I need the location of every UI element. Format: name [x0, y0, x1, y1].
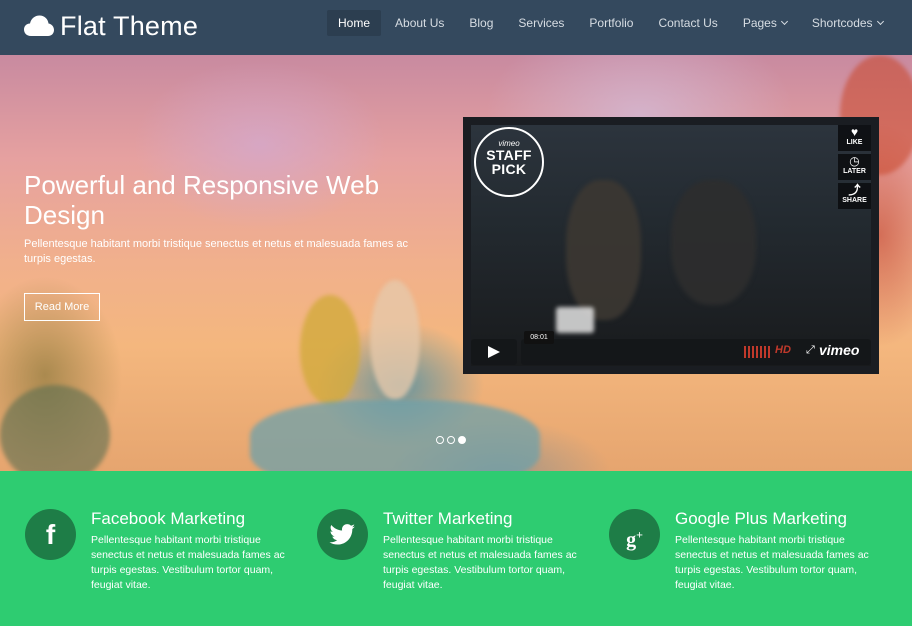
- share-icon: ⤴: [848, 183, 861, 197]
- nav-item-shortcodes[interactable]: Shortcodes: [801, 10, 894, 36]
- nav-item-services[interactable]: Services: [507, 10, 575, 36]
- google-plus-glyph: g+: [626, 527, 643, 551]
- feature-text: Pellentesque habitant morbi tristique se…: [91, 534, 285, 591]
- play-icon: [488, 346, 500, 358]
- nav-item-pages[interactable]: Pages: [732, 10, 798, 36]
- share-button[interactable]: ⤴ SHARE: [838, 183, 871, 209]
- features-section: f Facebook Marketing Pellentesque habita…: [0, 471, 912, 626]
- vimeo-logo[interactable]: vimeo: [819, 342, 859, 358]
- nav-label: Services: [518, 16, 565, 30]
- hero-title: Powerful and Responsive Web Design: [24, 170, 380, 230]
- hero-slider: Powerful and Responsive Web Design Pelle…: [0, 55, 912, 471]
- staff-pick-badge[interactable]: vimeo STAFF PICK: [474, 127, 544, 197]
- google-plus-icon: g+: [609, 509, 660, 560]
- slide-dot-1[interactable]: [436, 436, 444, 444]
- video-person: [566, 180, 641, 320]
- fullscreen-icon[interactable]: ⤢: [806, 344, 815, 357]
- feature-title: Facebook Marketing: [91, 509, 246, 528]
- share-label: SHARE: [842, 197, 867, 204]
- feature-text: Pellentesque habitant morbi tristique se…: [383, 534, 577, 591]
- twitter-bird: [329, 524, 355, 545]
- hd-button[interactable]: HD: [775, 344, 791, 356]
- feature-text: Pellentesque habitant morbi tristique se…: [675, 534, 869, 591]
- feature-title: Google Plus Marketing: [675, 509, 847, 528]
- nav-label: Blog: [469, 16, 494, 30]
- brand-name: Flat Theme: [60, 10, 199, 41]
- slide-dot-2[interactable]: [447, 436, 455, 444]
- video-cooler: [556, 307, 594, 333]
- like-button[interactable]: ♥ LIKE: [838, 125, 871, 151]
- nav-item-contact-us[interactable]: Contact Us: [647, 10, 728, 36]
- facebook-icon: f: [25, 509, 76, 560]
- chevron-down-icon: [876, 17, 884, 26]
- read-more-button[interactable]: Read More: [24, 293, 100, 321]
- slide-dot-3[interactable]: [458, 436, 466, 444]
- nav-label: Home: [338, 16, 371, 30]
- background-character: [250, 400, 540, 471]
- twitter-icon: [317, 509, 368, 560]
- facebook-glyph: f: [45, 519, 56, 550]
- feature-title: Twitter Marketing: [383, 509, 513, 528]
- cloud-icon: [24, 15, 54, 36]
- nav-label: Portfolio: [589, 16, 634, 30]
- watch-later-button[interactable]: ◷ LATER: [838, 154, 871, 180]
- video-person: [671, 180, 756, 305]
- navbar: Flat Theme Home About Us Blog Services P…: [0, 0, 912, 55]
- chevron-down-icon: [780, 17, 788, 26]
- video-player[interactable]: vimeo STAFF PICK ♥ LIKE ◷ LATER ⤴ SHARE …: [463, 117, 879, 374]
- video-controls: HD ⤢ vimeo 08:01: [471, 331, 871, 365]
- hero-description: Pellentesque habitant morbi tristique se…: [24, 238, 409, 265]
- brand-logo[interactable]: Flat Theme: [24, 8, 198, 44]
- nav-item-blog[interactable]: Blog: [458, 10, 504, 36]
- badge-staff-pick-text: STAFF PICK: [486, 147, 532, 177]
- play-button[interactable]: [471, 339, 517, 365]
- nav-item-home[interactable]: Home: [327, 10, 382, 36]
- nav-item-about-us[interactable]: About Us: [384, 10, 455, 36]
- nav-label: Contact Us: [658, 16, 718, 30]
- nav-label: Pages: [742, 16, 777, 30]
- heart-icon: ♥: [850, 125, 859, 139]
- background-character: [370, 280, 420, 400]
- main-nav: Home About Us Blog Services Portfolio Co…: [327, 10, 897, 36]
- slider-indicators: [436, 436, 469, 444]
- clock-icon: ◷: [849, 154, 860, 168]
- volume-icon[interactable]: [744, 346, 770, 358]
- like-label: LIKE: [846, 139, 863, 146]
- nav-label: Shortcodes: [811, 16, 873, 30]
- video-progress-bar[interactable]: HD ⤢ vimeo: [521, 339, 871, 365]
- nav-label: About Us: [395, 16, 445, 30]
- background-character: [0, 385, 110, 471]
- background-character: [300, 295, 360, 405]
- later-label: LATER: [843, 168, 866, 175]
- duration-tooltip: 08:01: [524, 331, 554, 344]
- nav-item-portfolio[interactable]: Portfolio: [578, 10, 644, 36]
